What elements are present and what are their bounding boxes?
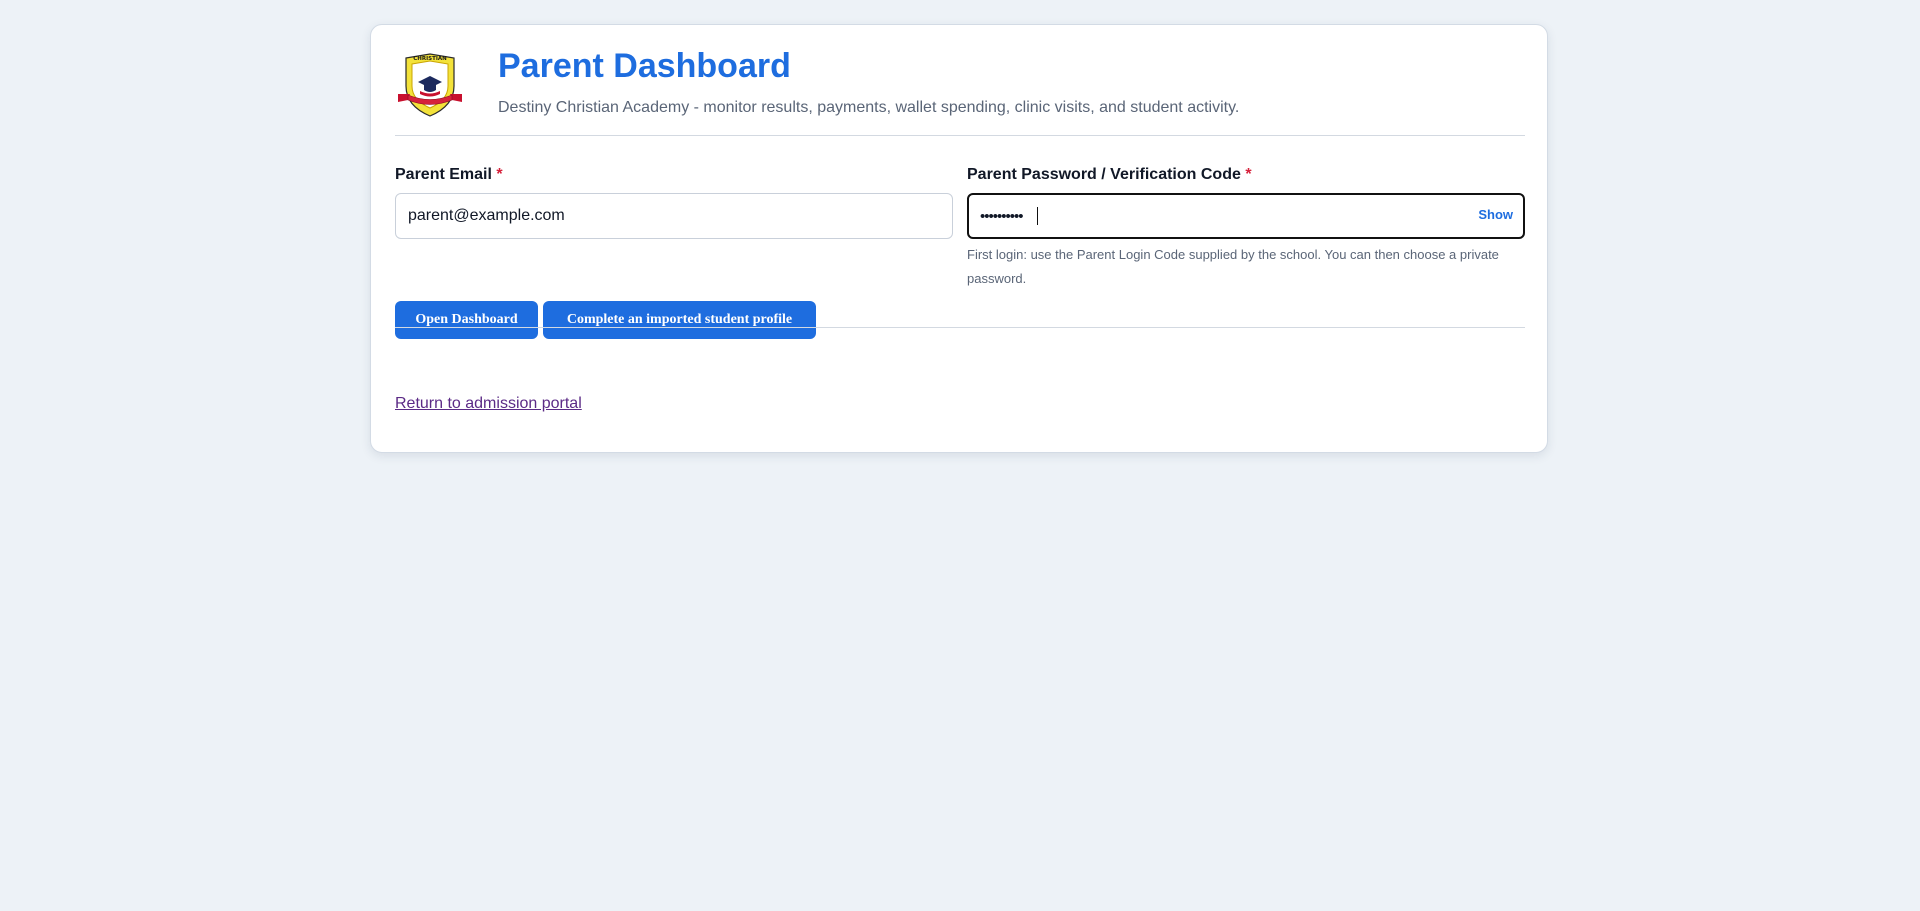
email-label: Parent Email * <box>395 166 503 184</box>
password-field[interactable]: Show <box>967 193 1525 239</box>
complete-profile-button[interactable]: Complete an imported student profile <box>543 301 816 339</box>
email-label-text: Parent Email <box>395 166 492 183</box>
school-crest-logo: CHRISTIAN <box>398 53 462 117</box>
required-marker: * <box>1245 166 1252 183</box>
svg-text:CHRISTIAN: CHRISTIAN <box>413 56 447 62</box>
open-dashboard-button[interactable]: Open Dashboard <box>395 301 538 339</box>
password-label-text: Parent Password / Verification Code <box>967 166 1241 183</box>
footer-divider <box>395 327 1525 328</box>
text-caret <box>1037 207 1038 225</box>
page-title: Parent Dashboard <box>498 47 791 85</box>
password-hint: First login: use the Parent Login Code s… <box>967 247 1499 286</box>
required-marker: * <box>496 166 503 183</box>
show-password-button[interactable]: Show <box>1478 207 1513 222</box>
page-subtitle: Destiny Christian Academy - monitor resu… <box>498 99 1240 116</box>
email-input[interactable] <box>408 194 848 238</box>
header-divider <box>395 135 1525 136</box>
email-field[interactable] <box>395 193 953 239</box>
password-label: Parent Password / Verification Code * <box>967 166 1252 184</box>
password-input[interactable] <box>980 195 1420 237</box>
login-card: CHRISTIAN Parent Dashboard Destiny Chris… <box>370 24 1548 453</box>
return-to-admission-link[interactable]: Return to admission portal <box>395 395 582 413</box>
